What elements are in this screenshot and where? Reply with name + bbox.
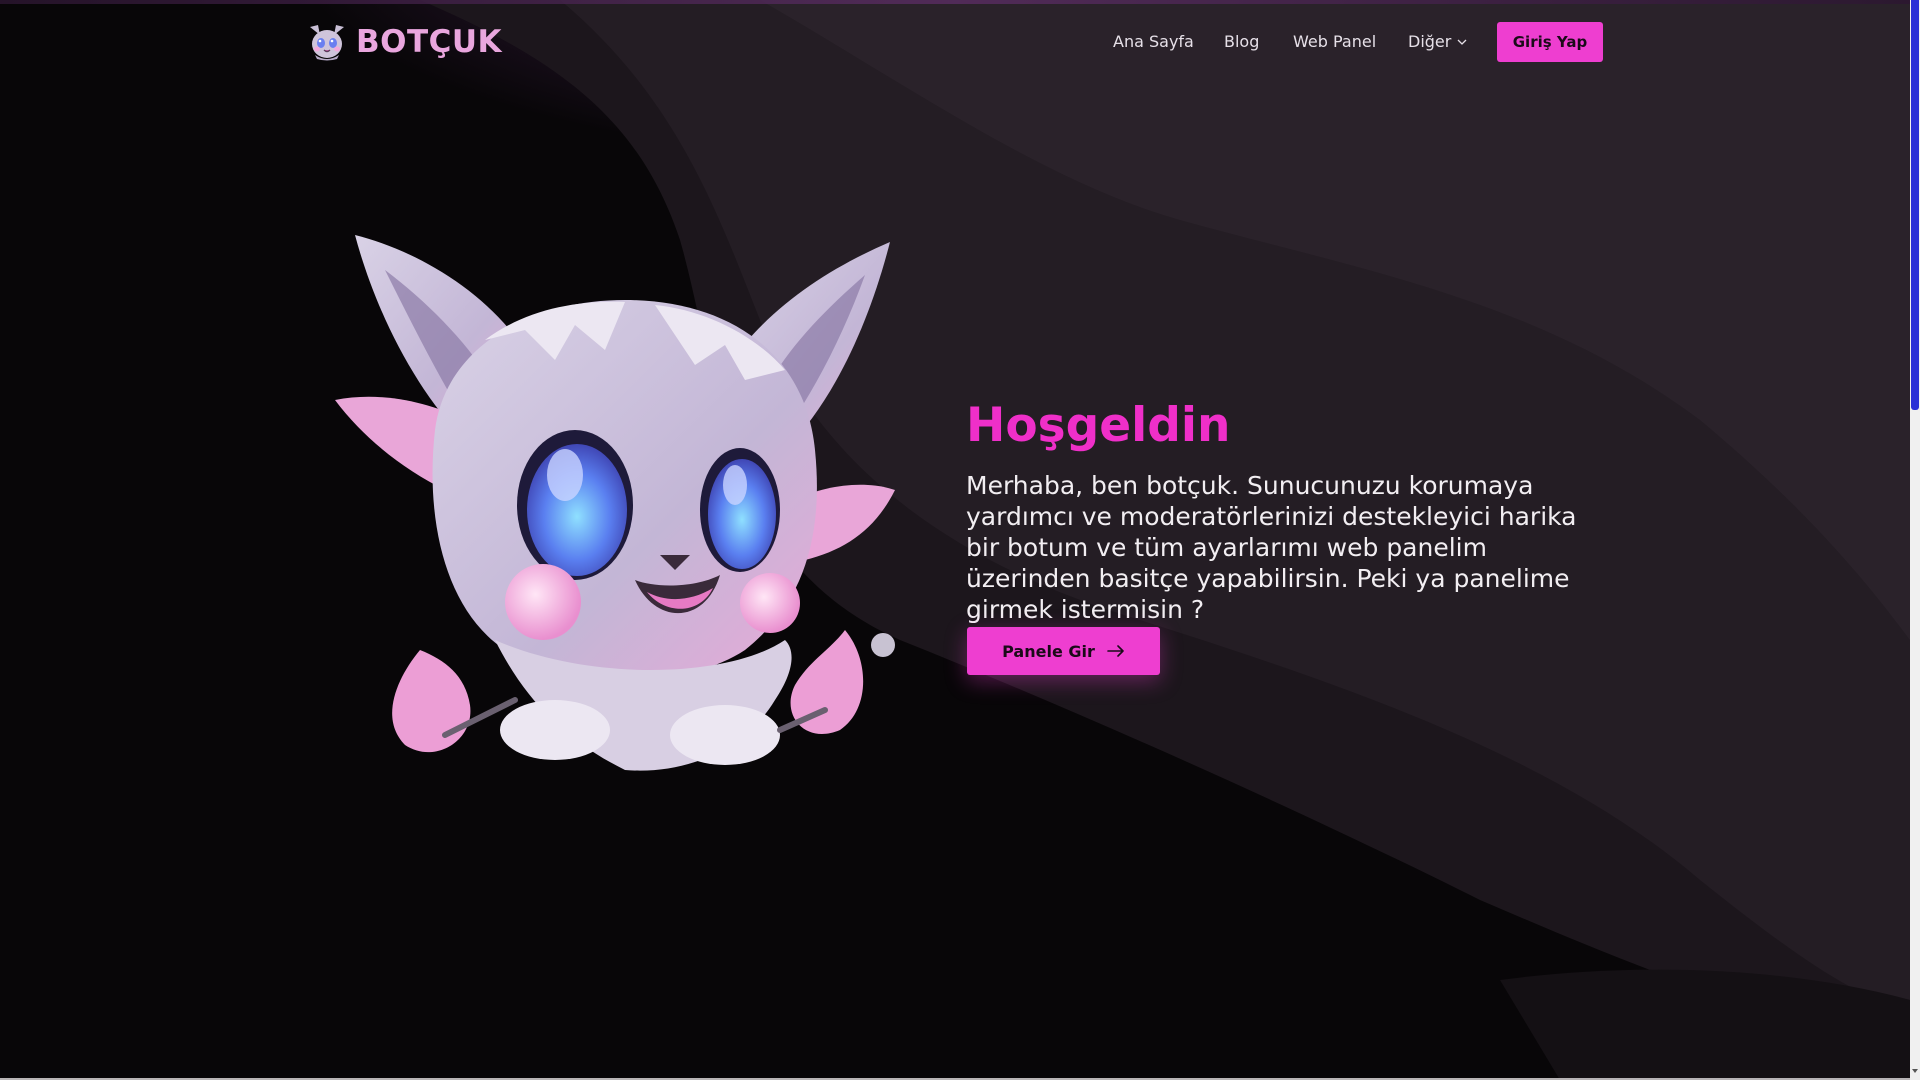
arrow-right-icon — [1107, 645, 1124, 657]
site-header: BOTÇUK Ana Sayfa Blog Web Panel Diğer Gi… — [0, 0, 1910, 84]
nav-home[interactable]: Ana Sayfa — [1113, 30, 1194, 54]
scroll-down-arrow-icon[interactable] — [1911, 1066, 1919, 1076]
nav-blog[interactable]: Blog — [1224, 30, 1259, 54]
hero-section: Hoşgeldin Merhaba, ben botçuk. Sunucunuz… — [966, 396, 1606, 625]
cat-mascot-logo-icon — [310, 25, 344, 61]
enter-panel-label: Panele Gir — [1002, 641, 1095, 661]
hero-description: Merhaba, ben botçuk. Sunucunuzu korumaya… — [966, 471, 1577, 624]
login-button[interactable]: Giriş Yap — [1497, 22, 1603, 62]
enter-panel-button[interactable]: Panele Gir — [967, 627, 1160, 675]
chevron-down-icon — [1457, 39, 1467, 45]
brand-link[interactable]: BOTÇUK — [306, 18, 502, 66]
nav-other-dropdown[interactable]: Diğer — [1408, 30, 1469, 54]
landing-page: BOTÇUK Ana Sayfa Blog Web Panel Diğer Gi… — [0, 0, 1920, 1080]
brand-name: BOTÇUK — [356, 24, 503, 60]
scrollbar-thumb[interactable] — [1911, 0, 1919, 410]
nav-web-panel[interactable]: Web Panel — [1293, 30, 1376, 54]
hero-title: Hoşgeldin — [966, 398, 1231, 453]
nav-other-label: Diğer — [1408, 32, 1452, 51]
cat-mascot-illustration — [335, 235, 895, 771]
background-waves — [420, 0, 1910, 1080]
